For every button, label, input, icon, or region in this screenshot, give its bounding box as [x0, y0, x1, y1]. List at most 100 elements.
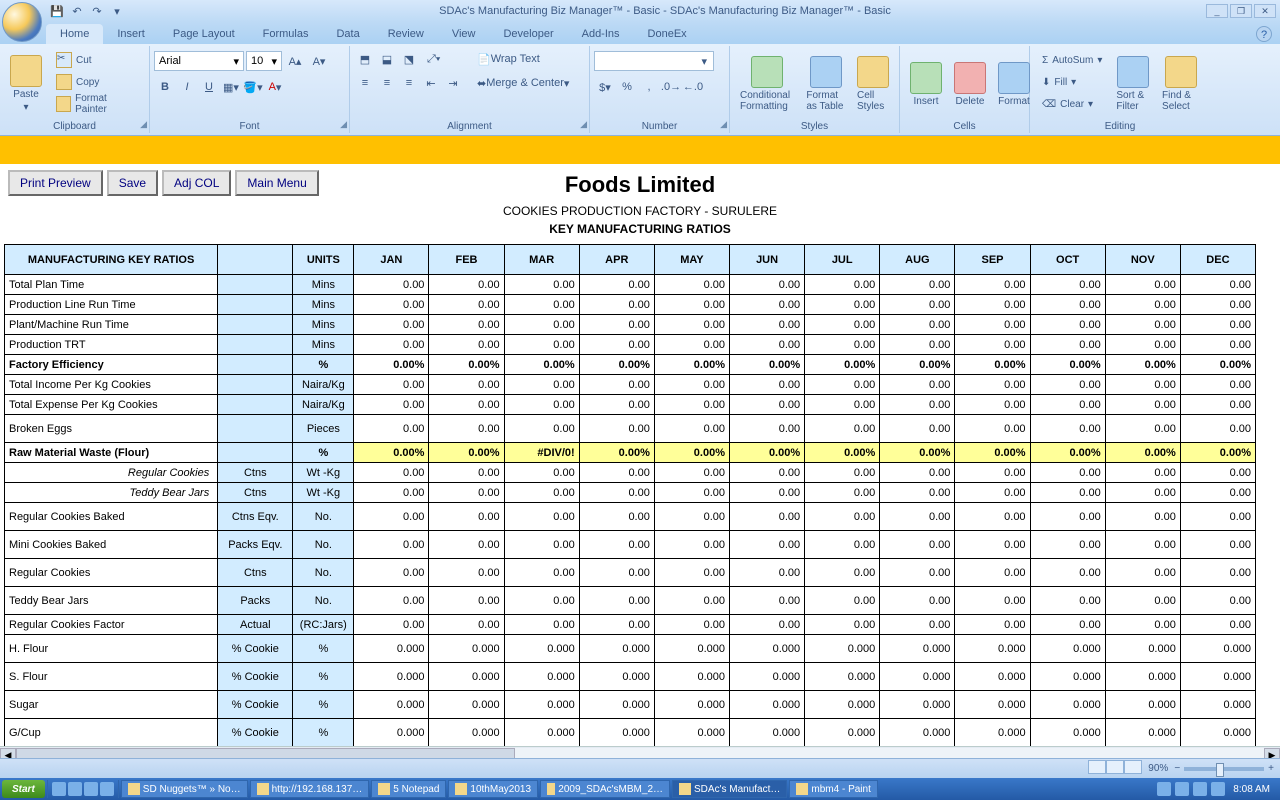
cell-value[interactable]: 0.00	[429, 503, 504, 531]
cell-value[interactable]: 0.00	[1180, 315, 1255, 335]
cell-value[interactable]: 0.00	[805, 615, 880, 635]
align-middle-button[interactable]: ⬓	[376, 49, 398, 69]
cell-value[interactable]: 0.000	[880, 635, 955, 663]
table-row[interactable]: Teddy Bear JarsPacksNo.0.000.000.000.000…	[5, 587, 1256, 615]
cell-value[interactable]: 0.000	[955, 663, 1030, 691]
table-row[interactable]: Plant/Machine Run TimeMins0.000.000.000.…	[5, 315, 1256, 335]
cell-value[interactable]: 0.00	[955, 375, 1030, 395]
cell-value[interactable]: 0.00	[579, 315, 654, 335]
taskbar-item[interactable]: mbm4 - Paint	[789, 780, 877, 798]
cell-value[interactable]: 0.000	[504, 719, 579, 747]
cell-value[interactable]: 0.00	[1105, 415, 1180, 443]
cell-value[interactable]: 0.00	[955, 395, 1030, 415]
cell-value[interactable]: 0.00	[429, 295, 504, 315]
cell-value[interactable]: 0.00	[504, 275, 579, 295]
cell-value[interactable]: 0.00	[1030, 335, 1105, 355]
cell-value[interactable]: 0.000	[880, 719, 955, 747]
cell-value[interactable]: 0.00	[880, 275, 955, 295]
cell-value[interactable]: 0.00%	[654, 355, 729, 375]
undo-icon[interactable]: ↶	[70, 4, 84, 18]
zoom-in-button[interactable]: +	[1268, 763, 1274, 774]
cell-value[interactable]: 0.000	[579, 691, 654, 719]
cell-value[interactable]: 0.00	[504, 315, 579, 335]
cell-value[interactable]: 0.00	[805, 315, 880, 335]
cell-value[interactable]: 0.00	[654, 315, 729, 335]
cell-value[interactable]: 0.00	[1105, 615, 1180, 635]
paste-button[interactable]: Paste▾	[4, 48, 48, 120]
cell-value[interactable]: 0.00	[730, 275, 805, 295]
cell-value[interactable]: 0.00	[730, 375, 805, 395]
save-icon[interactable]: 💾	[50, 4, 64, 18]
table-row[interactable]: Total Expense Per Kg CookiesNaira/Kg0.00…	[5, 395, 1256, 415]
cell-value[interactable]: 0.00	[880, 615, 955, 635]
cell-value[interactable]: 0.000	[504, 635, 579, 663]
cell-value[interactable]: 0.000	[579, 663, 654, 691]
cell-value[interactable]: 0.00	[354, 395, 429, 415]
cell-value[interactable]: 0.00	[579, 615, 654, 635]
cell-value[interactable]: 0.00	[880, 503, 955, 531]
table-row[interactable]: Total Income Per Kg CookiesNaira/Kg0.000…	[5, 375, 1256, 395]
zoom-out-button[interactable]: −	[1174, 763, 1180, 774]
cell-styles-button[interactable]: Cell Styles	[851, 48, 895, 120]
cell-value[interactable]: 0.00	[654, 483, 729, 503]
cell-value[interactable]: 0.000	[1180, 663, 1255, 691]
cell-value[interactable]: 0.00	[504, 483, 579, 503]
cell-value[interactable]: 0.00%	[805, 355, 880, 375]
cell-value[interactable]: 0.00	[504, 395, 579, 415]
cell-value[interactable]: 0.00	[429, 375, 504, 395]
cell-value[interactable]: 0.00	[579, 375, 654, 395]
cell-value[interactable]: 0.00	[1105, 587, 1180, 615]
cell-value[interactable]: 0.00	[805, 415, 880, 443]
shrink-font-button[interactable]: A▾	[308, 51, 330, 71]
taskbar-item[interactable]: SDAc's Manufact…	[672, 780, 787, 798]
increase-indent-button[interactable]: ⇥	[442, 73, 464, 93]
cell-value[interactable]: 0.00	[579, 559, 654, 587]
align-bottom-button[interactable]: ⬔	[398, 49, 420, 69]
cell-value[interactable]: 0.000	[805, 635, 880, 663]
cell-value[interactable]: 0.00	[654, 395, 729, 415]
cell-value[interactable]: 0.000	[579, 719, 654, 747]
table-row[interactable]: Broken EggsPieces0.000.000.000.000.000.0…	[5, 415, 1256, 443]
cell-value[interactable]: 0.00	[1105, 483, 1180, 503]
cell-value[interactable]: 0.00	[429, 559, 504, 587]
cell-value[interactable]: 0.00	[805, 503, 880, 531]
grow-font-button[interactable]: A▴	[284, 51, 306, 71]
cell-value[interactable]: 0.00	[955, 275, 1030, 295]
taskbar-item[interactable]: 5 Notepad	[371, 780, 446, 798]
cell-value[interactable]: 0.000	[730, 691, 805, 719]
cell-value[interactable]: 0.00	[579, 295, 654, 315]
tray-icon[interactable]	[1157, 782, 1171, 796]
percent-button[interactable]: %	[616, 77, 638, 97]
cell-value[interactable]: 0.00	[429, 315, 504, 335]
cell-value[interactable]: 0.000	[429, 691, 504, 719]
cell-value[interactable]: 0.00	[1105, 463, 1180, 483]
cell-value[interactable]: 0.000	[1180, 719, 1255, 747]
cell-value[interactable]: 0.00	[1030, 483, 1105, 503]
minimize-button[interactable]: _	[1206, 4, 1228, 18]
cell-value[interactable]: 0.00	[354, 315, 429, 335]
fill-button[interactable]: ⬇ Fill ▾	[1038, 72, 1106, 92]
cell-value[interactable]: 0.00	[1180, 395, 1255, 415]
cell-value[interactable]: 0.00%	[880, 355, 955, 375]
table-row[interactable]: Regular CookiesCtnsWt -Kg0.000.000.000.0…	[5, 463, 1256, 483]
cell-value[interactable]: 0.000	[654, 719, 729, 747]
cell-value[interactable]: 0.000	[1030, 635, 1105, 663]
cell-value[interactable]: 0.00	[429, 615, 504, 635]
tab-formulas[interactable]: Formulas	[249, 24, 323, 44]
cell-value[interactable]: 0.000	[880, 691, 955, 719]
cell-value[interactable]: 0.00	[805, 275, 880, 295]
clipboard-launcher[interactable]: ◢	[135, 119, 147, 131]
cell-value[interactable]: 0.00	[730, 483, 805, 503]
cell-value[interactable]: 0.00%	[354, 355, 429, 375]
cell-value[interactable]: 0.00	[654, 531, 729, 559]
cell-value[interactable]: 0.00	[354, 531, 429, 559]
cell-value[interactable]: 0.00%	[1105, 355, 1180, 375]
cell-value[interactable]: 0.000	[1105, 635, 1180, 663]
table-row[interactable]: G/Cup% Cookie%0.0000.0000.0000.0000.0000…	[5, 719, 1256, 747]
cell-value[interactable]: 0.000	[1030, 663, 1105, 691]
taskbar-item[interactable]: http://192.168.137…	[250, 780, 370, 798]
cell-value[interactable]: 0.000	[354, 691, 429, 719]
cell-value[interactable]: 0.000	[429, 719, 504, 747]
cell-value[interactable]: 0.00	[654, 587, 729, 615]
cell-value[interactable]: 0.00	[579, 335, 654, 355]
